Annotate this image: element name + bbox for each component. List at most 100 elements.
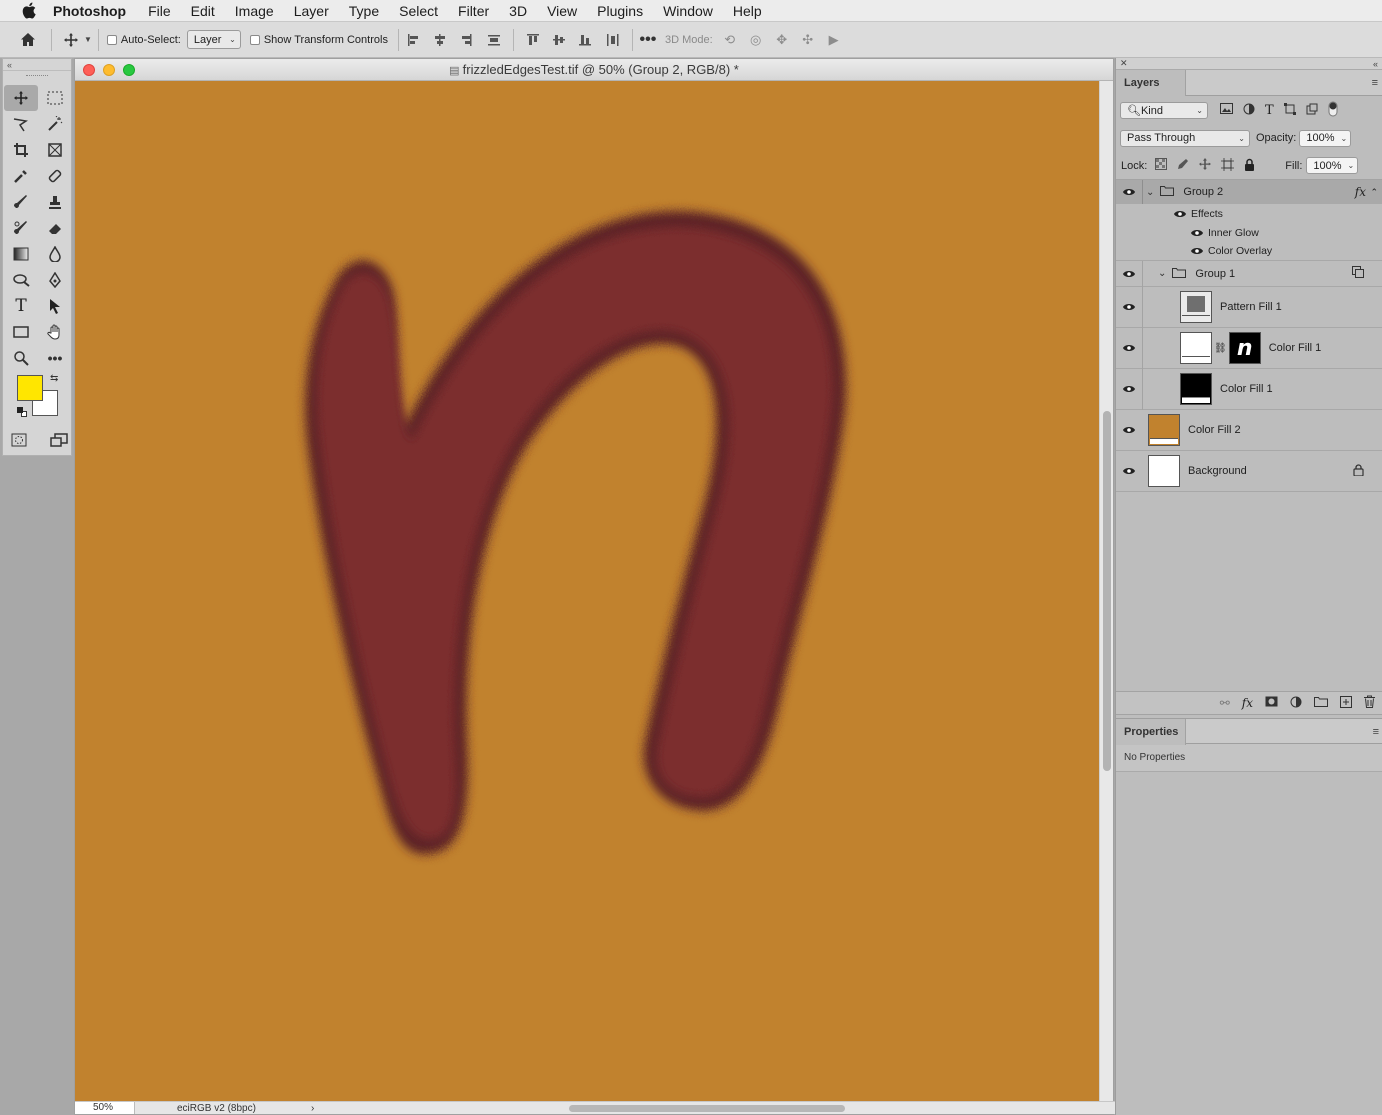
screen-mode-icon[interactable] [47,429,71,451]
filter-adjustment-icon[interactable] [1243,103,1255,118]
auto-select-checkbox[interactable] [106,34,117,45]
layer-row-background[interactable]: Background [1116,451,1382,492]
panel-menu-icon[interactable]: ≡ [1372,77,1378,89]
chevron-right-icon[interactable]: › [311,1103,314,1114]
distribute-icon[interactable] [483,29,505,51]
chevron-down-icon[interactable]: ⌄ [1146,187,1154,198]
align-middle-icon[interactable] [548,29,570,51]
menu-layer[interactable]: Layer [294,3,329,19]
path-selection-tool[interactable] [38,293,72,319]
panel-menu-icon[interactable]: ≡ [1373,726,1379,738]
layer-name-color-fill-1[interactable]: Color Fill 1 [1220,383,1273,395]
fx-icon[interactable]: fx [1355,185,1366,199]
link-layers-icon[interactable]: ⚯ [1220,696,1230,710]
align-right-icon[interactable] [455,29,477,51]
link-chain-icon[interactable]: ⛓ [1214,343,1227,354]
menu-help[interactable]: Help [733,3,762,19]
layer-row-group1[interactable]: ⌄ Group 1 [1116,260,1382,287]
lock-transparent-icon[interactable] [1155,158,1168,173]
zoom-tool[interactable] [4,345,38,371]
3d-slide-icon[interactable]: ✣ [797,29,819,51]
zoom-level[interactable]: 50% [75,1102,135,1114]
move-tool[interactable] [4,85,38,111]
effect-row-inner-glow[interactable]: Inner Glow [1116,223,1382,242]
menu-select[interactable]: Select [399,3,438,19]
menu-window[interactable]: Window [663,3,713,19]
magic-wand-tool[interactable] [38,111,72,137]
delete-layer-icon[interactable] [1364,695,1375,711]
move-tool-icon[interactable] [60,29,82,51]
add-style-icon[interactable]: fx [1242,696,1253,710]
eraser-tool[interactable] [38,215,72,241]
visibility-eye-icon[interactable] [1116,467,1142,475]
align-bottom-icon[interactable] [574,29,596,51]
show-transform-checkbox[interactable] [249,34,260,45]
chevron-up-icon[interactable]: ⌃ [1370,187,1378,198]
effects-eye-icon[interactable] [1174,207,1186,221]
hand-tool[interactable] [38,319,72,345]
align-left-icon[interactable] [403,29,425,51]
collapse-icon[interactable]: « [3,59,71,71]
fill-field[interactable]: 100% ⌄ [1306,157,1359,174]
healing-brush-tool[interactable] [38,163,72,189]
collapse-panels-icon[interactable]: « [1373,59,1378,69]
menu-edit[interactable]: Edit [191,3,215,19]
visibility-eye-icon[interactable] [1116,303,1142,311]
layer-mask-thumbnail[interactable]: n [1228,332,1261,364]
layer-filter-dropdown[interactable]: 🔍︎Kind ⌄ [1120,101,1208,119]
visibility-eye-icon[interactable] [1116,344,1142,352]
visibility-eye-icon[interactable] [1116,270,1142,278]
layer-name-color-fill-2[interactable]: Color Fill 2 [1188,424,1241,436]
3d-orbit-icon[interactable]: ⟲ [719,29,741,51]
layer-row-group2[interactable]: ⌄ Group 2 fx ⌃ [1116,180,1382,204]
new-group-icon[interactable] [1314,696,1328,710]
clone-stamp-tool[interactable] [38,189,72,215]
filter-toggle-icon[interactable] [1328,101,1338,120]
type-tool[interactable]: T [4,293,38,319]
crop-tool[interactable] [4,137,38,163]
layer-row-color-fill-1[interactable]: Color Fill 1 [1116,368,1382,410]
layer-name-group2[interactable]: Group 2 [1183,186,1223,198]
clipping-mask-icon[interactable] [1352,266,1364,281]
auto-select-dropdown[interactable]: Layer ⌄ [186,30,241,49]
visibility-eye-icon[interactable] [1116,385,1142,393]
marquee-tool[interactable] [38,85,72,111]
visibility-eye-icon[interactable] [1116,188,1142,196]
rectangle-tool[interactable] [4,319,38,345]
effect-row-color-overlay[interactable]: Color Overlay [1116,242,1382,261]
pen-tool[interactable] [38,267,72,293]
lock-position-icon[interactable] [1199,158,1212,173]
layer-name-color-fill-1-masked[interactable]: Color Fill 1 [1269,342,1322,354]
layer-row-color-fill-2[interactable]: Color Fill 2 [1116,410,1382,451]
filter-type-icon[interactable]: T [1265,103,1274,118]
brush-tool[interactable] [4,189,38,215]
history-brush-tool[interactable] [4,215,38,241]
filter-smart-object-icon[interactable] [1306,103,1318,118]
tab-properties[interactable]: Properties [1116,719,1186,745]
chevron-down-icon[interactable]: ▼ [84,35,92,44]
menu-filter[interactable]: Filter [458,3,489,19]
tab-layers[interactable]: Layers [1116,70,1186,96]
effect-eye-icon[interactable] [1191,244,1203,258]
3d-pan-icon[interactable]: ✥ [771,29,793,51]
chevron-down-icon[interactable]: ⌄ [1158,268,1166,279]
default-colors-icon[interactable] [17,407,27,417]
document-canvas[interactable] [75,81,1099,1103]
layer-row-pattern-fill-1[interactable]: Pattern Fill 1 [1116,286,1382,328]
filter-pixel-icon[interactable] [1220,103,1233,117]
menu-type[interactable]: Type [349,3,379,19]
dodge-tool[interactable] [4,267,38,293]
distribute-horizontal-icon[interactable] [602,29,624,51]
more-tools-icon[interactable]: ••• [38,345,72,371]
menu-view[interactable]: View [547,3,577,19]
lock-all-icon[interactable] [1244,158,1255,174]
3d-roll-icon[interactable]: ◎ [745,29,767,51]
more-options-icon[interactable]: ••• [637,29,659,51]
3d-camera-icon[interactable]: ▶ [823,29,845,51]
scroll-thumb[interactable] [1103,411,1111,771]
effect-eye-icon[interactable] [1191,226,1203,240]
visibility-eye-icon[interactable] [1116,426,1142,434]
blur-tool[interactable] [38,241,72,267]
menu-3d[interactable]: 3D [509,3,527,19]
effects-row[interactable]: Effects [1116,204,1382,223]
